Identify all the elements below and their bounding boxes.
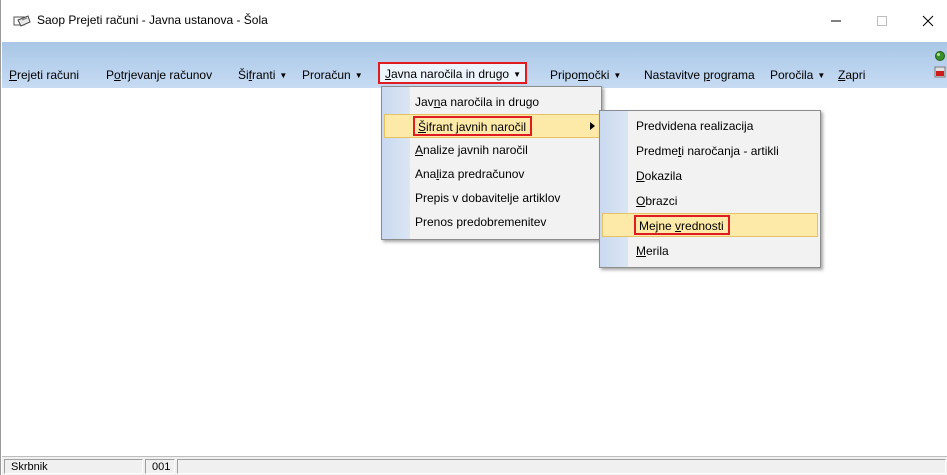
chevron-down-icon: ▼ <box>613 71 622 80</box>
minimize-button[interactable] <box>813 6 859 36</box>
menuitem-predvidena-realizacija[interactable]: Predvidena realizacija <box>600 114 820 138</box>
maximize-icon <box>877 16 887 26</box>
menu-proracun[interactable]: Proračun ▼ <box>302 68 363 82</box>
status-code: 001 <box>145 459 175 474</box>
chevron-down-icon: ▼ <box>817 71 826 80</box>
close-button[interactable] <box>905 6 947 36</box>
menu-prejeti-racuni[interactable]: Prejeti računi <box>9 68 79 82</box>
menu-prejeti-racuni-label: rejeti računi <box>17 68 80 82</box>
title-bar[interactable]: Saop Prejeti računi - Javna ustanova - Š… <box>1 0 947 42</box>
menuitem-prepis-v-dobavitelje[interactable]: Prepis v dobavitelje artiklov <box>382 186 601 210</box>
menu-sifranti[interactable]: Šifranti ▼ <box>238 68 287 82</box>
chevron-down-icon: ▼ <box>354 71 363 80</box>
app-logo-icon <box>13 15 31 27</box>
menu-potrjevanje-racunov[interactable]: Potrjevanje računov <box>106 68 212 82</box>
app-window: Saop Prejeti računi - Javna ustanova - Š… <box>0 0 947 475</box>
menuitem-merila[interactable]: Merila <box>600 239 820 263</box>
dropdown-javna-narocila: Javna naročila in drugo Šifrant javnih n… <box>381 86 602 240</box>
close-icon <box>922 15 934 27</box>
menu-javna-narocila[interactable]: Javna naročila in drugo ▼ <box>378 62 527 84</box>
menuitem-dokazila[interactable]: Dokazila <box>600 164 820 188</box>
menuitem-obrazci[interactable]: Obrazci <box>600 189 820 213</box>
submenu-arrow-icon <box>590 122 595 130</box>
status-indicator-icon[interactable] <box>934 50 946 62</box>
menu-porocila[interactable]: Poročila ▼ <box>770 68 825 82</box>
menuitem-sifrant-javnih-narocil[interactable]: Šifrant javnih naročil <box>384 114 601 138</box>
status-bar: Skrbnik 001 <box>2 456 947 475</box>
menuitem-prenos-predobremenitev[interactable]: Prenos predobremenitev <box>382 210 601 234</box>
menuitem-predmeti-narocanja[interactable]: Predmeti naročanja - artikli <box>600 139 820 163</box>
menu-bar: Prejeti računi Potrjevanje računov Šifra… <box>2 42 947 88</box>
menuitem-javna-narocila-in-drugo[interactable]: Javna naročila in drugo <box>382 90 601 114</box>
menu-zapri[interactable]: Zapri <box>838 68 865 82</box>
status-extra <box>177 459 946 474</box>
pdf-document-icon[interactable] <box>934 66 946 78</box>
menu-nastavitve-programa[interactable]: Nastavitve programa <box>644 68 755 82</box>
submenu-sifrant-javnih-narocil: Predvidena realizacija Predmeti naročanj… <box>599 110 821 268</box>
window-title: Saop Prejeti računi - Javna ustanova - Š… <box>37 13 268 27</box>
maximize-button[interactable] <box>859 6 905 36</box>
status-user: Skrbnik <box>4 459 143 474</box>
menuitem-mejne-vrednosti[interactable]: Mejne vrednosti <box>602 213 818 237</box>
menuitem-analize-javnih-narocil[interactable]: Analize javnih naročil <box>382 138 601 162</box>
minimize-icon <box>831 20 841 22</box>
menu-pripomocki[interactable]: Pripomočki ▼ <box>550 68 621 82</box>
menuitem-analiza-predracunov[interactable]: Analiza predračunov <box>382 162 601 186</box>
chevron-down-icon: ▼ <box>513 70 521 79</box>
chevron-down-icon: ▼ <box>279 71 288 80</box>
